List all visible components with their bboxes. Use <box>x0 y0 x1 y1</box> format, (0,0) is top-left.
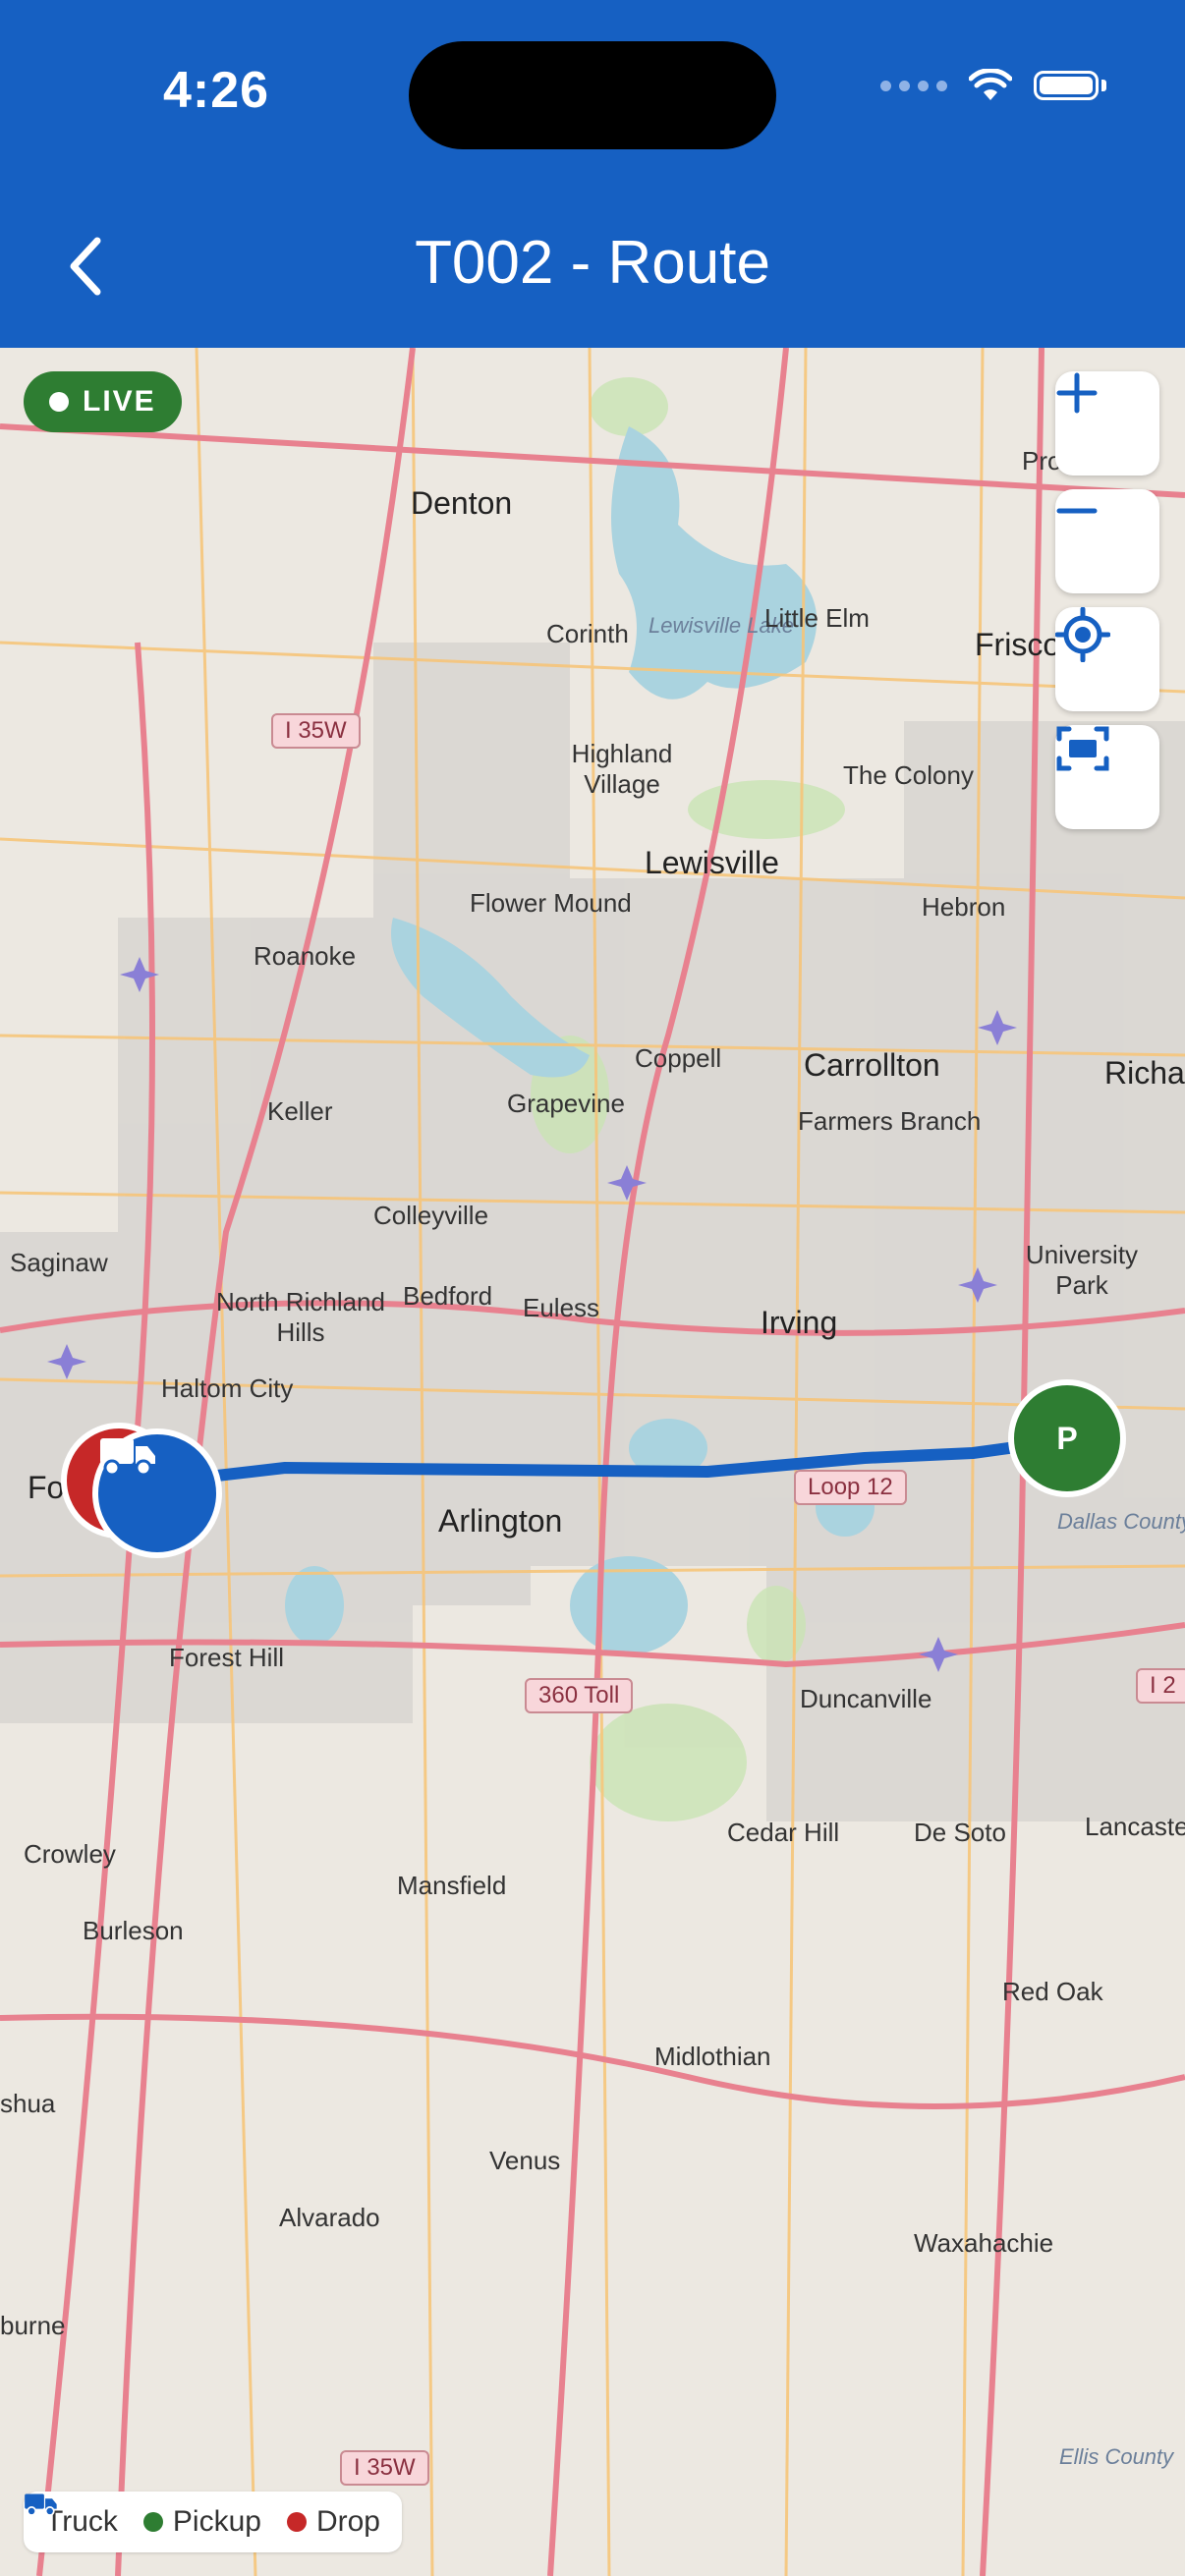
place-label: De Soto <box>914 1818 1006 1847</box>
place-label: Midlothian <box>654 2042 771 2071</box>
place-label: Red Oak <box>1002 1977 1103 2006</box>
drop-dot-icon <box>286 2512 307 2532</box>
place-label: Grapevine <box>507 1089 625 1118</box>
lake-label: Lewisville Lake <box>649 613 794 638</box>
place-label: Crowley <box>24 1839 116 1869</box>
plus-icon <box>1056 372 1098 414</box>
live-badge: LIVE <box>24 371 182 432</box>
place-label: North Richland Hills <box>216 1287 385 1347</box>
place-label: Frisco <box>975 627 1061 662</box>
place-label: Duncanville <box>800 1684 932 1713</box>
place-label: Bedford <box>403 1281 493 1311</box>
legend-drop-label: Drop <box>315 2505 380 2538</box>
status-icons <box>880 69 1106 102</box>
wifi-icon <box>969 69 1012 100</box>
place-label: Waxahachie <box>914 2228 1054 2258</box>
pickup-marker[interactable]: P <box>1008 1379 1126 1497</box>
highway-shield: I 35W <box>340 2450 429 2486</box>
battery-icon <box>1034 71 1099 100</box>
fit-route-button[interactable] <box>1055 725 1159 829</box>
page-title: T002 - Route <box>415 229 770 297</box>
legend-truck: Truck <box>25 2493 118 2539</box>
place-label: Burleson <box>83 1916 184 1945</box>
place-label: Lancaste <box>1085 1812 1185 1841</box>
place-label: The Colony <box>843 760 974 790</box>
highway-shield: 360 Toll <box>525 1678 634 1713</box>
place-label: Highland Village <box>571 739 673 799</box>
place-label: Euless <box>523 1293 600 1322</box>
place-label: Forest Hill <box>169 1643 285 1672</box>
place-label: shua <box>0 2089 56 2118</box>
place-label: Keller <box>267 1096 333 1126</box>
place-label: Little Elm <box>764 603 870 633</box>
place-label: Lewisville <box>645 845 779 880</box>
place-label: Cedar Hill <box>727 1818 840 1847</box>
map-legend: Truck Pickup Drop <box>24 2492 402 2552</box>
legend-pickup: Pickup <box>142 2505 261 2539</box>
legend-drop: Drop <box>286 2505 380 2539</box>
place-label: Venus <box>489 2146 561 2175</box>
app-header: 4:26 T002 - Route <box>0 0 1185 348</box>
minus-icon <box>1056 508 1098 514</box>
place-label: Hebron <box>922 892 1006 922</box>
route-map[interactable]: Denton Corinth Lewisville Lake Little El… <box>0 348 1185 2576</box>
place-label: Irving <box>761 1305 838 1340</box>
place-label: Fo <box>28 1470 65 1505</box>
place-label: Richa <box>1104 1055 1185 1091</box>
zoom-out-button[interactable] <box>1055 489 1159 593</box>
place-label: Corinth <box>546 619 629 648</box>
zoom-in-button[interactable] <box>1055 371 1159 476</box>
truck-marker[interactable] <box>92 1428 222 1558</box>
place-label: Mansfield <box>397 1871 507 1900</box>
status-time: 4:26 <box>163 62 270 119</box>
place-label: Saginaw <box>10 1248 108 1277</box>
truck-icon <box>100 1438 155 1477</box>
highway-shield: Loop 12 <box>794 1470 907 1505</box>
place-label: Denton <box>411 485 513 521</box>
battery-tip <box>1101 80 1106 91</box>
legend-pickup-label: Pickup <box>172 2505 261 2538</box>
county-label: Dallas County <box>1057 1509 1185 1534</box>
place-label: Arlington <box>438 1503 563 1539</box>
place-label: burne <box>0 2311 66 2340</box>
place-label: Flower Mound <box>470 888 632 918</box>
place-label: Farmers Branch <box>798 1106 982 1136</box>
dynamic-island <box>409 41 776 149</box>
highway-shield: I 2 <box>1136 1668 1185 1704</box>
place-label: Haltom City <box>161 1373 294 1403</box>
place-label: Roanoke <box>254 941 357 971</box>
place-label: Colleyville <box>373 1201 489 1230</box>
highway-shield: I 35W <box>271 713 361 749</box>
signal-icon <box>880 80 947 91</box>
place-label: Coppell <box>635 1043 722 1073</box>
live-label: LIVE <box>83 385 156 418</box>
place-label: Carrollton <box>804 1047 940 1083</box>
truck-icon <box>25 2493 57 2516</box>
place-label: Alvarado <box>279 2203 380 2232</box>
fit-bounds-icon <box>1056 726 1109 771</box>
county-label: Ellis County <box>1059 2444 1174 2469</box>
my-location-button[interactable] <box>1055 607 1159 711</box>
locate-icon <box>1055 607 1110 662</box>
live-dot-icon <box>49 392 69 412</box>
place-label: University Park <box>1025 1240 1139 1300</box>
pickup-dot-icon <box>142 2512 163 2532</box>
